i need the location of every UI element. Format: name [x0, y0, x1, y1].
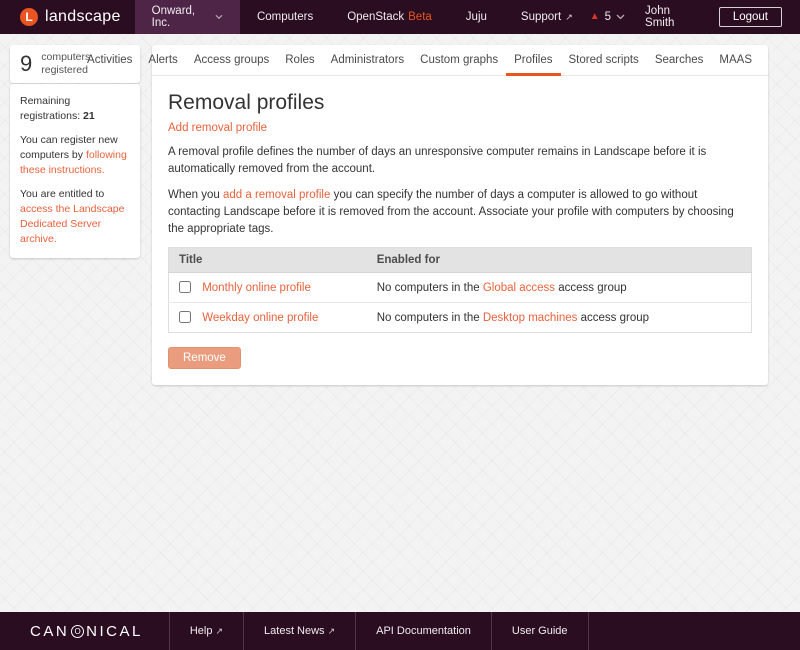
landscape-logo-icon: L: [20, 8, 38, 26]
dedicated-server-archive-link[interactable]: access the Landscape Dedicated Server ar…: [20, 203, 125, 244]
canonical-circle-o-icon: O: [71, 625, 84, 638]
register-new-computers-text: You can register new computers by follow…: [20, 133, 130, 177]
tab-profiles[interactable]: Profiles: [506, 45, 560, 76]
column-header-enabled-for: Enabled for: [367, 248, 752, 273]
alert-triangle-icon: ▲: [590, 12, 600, 22]
enabled-prefix: No computers in the: [377, 312, 483, 324]
enabled-for-cell: No computers in the Global access access…: [367, 273, 752, 303]
top-header: L landscape Onward, Inc. Computers OpenS…: [0, 0, 800, 34]
canonical-logo: CAN O NICAL: [0, 612, 169, 650]
add-removal-profile-link[interactable]: Add removal profile: [168, 122, 267, 134]
landscape-brand-name: landscape: [45, 8, 121, 26]
nav-item-account[interactable]: Onward, Inc.: [135, 0, 240, 34]
header-nav: Onward, Inc. Computers OpenStack Beta Ju…: [135, 0, 590, 34]
external-link-icon: ↗: [565, 12, 573, 23]
beta-badge: Beta: [408, 11, 432, 23]
enabled-prefix: No computers in the: [377, 282, 483, 294]
alert-count: 5: [605, 11, 611, 23]
enabled-for-cell: No computers in the Desktop machines acc…: [367, 303, 752, 333]
footer-guide-label: User Guide: [512, 625, 568, 637]
footer-help-label: Help: [190, 625, 213, 637]
panel-content: Removal profiles Add removal profile A r…: [152, 91, 768, 385]
footer: CAN O NICAL Help ↗ Latest News ↗ API Doc…: [0, 612, 800, 650]
enabled-suffix: access group: [555, 282, 627, 294]
tab-stored-scripts[interactable]: Stored scripts: [561, 45, 647, 76]
nav-juju-label: Juju: [466, 11, 487, 23]
table-header-row: Title Enabled for: [169, 248, 752, 273]
account-name-label: Onward, Inc.: [152, 5, 209, 29]
table-row: Weekday online profile No computers in t…: [169, 303, 752, 333]
access-group-link[interactable]: Global access: [483, 282, 555, 294]
footer-news-label: Latest News: [264, 625, 325, 637]
column-header-title: Title: [169, 248, 367, 273]
landscape-logo[interactable]: L landscape: [0, 0, 135, 34]
logout-button[interactable]: Logout: [719, 7, 782, 27]
removal-profiles-table: Title Enabled for Monthly online profile…: [168, 247, 752, 333]
footer-links: Help ↗ Latest News ↗ API Documentation U…: [169, 612, 589, 650]
entitled-text-block: You are entitled to access the Landscape…: [20, 187, 130, 246]
tab-activities[interactable]: Activities: [79, 45, 140, 76]
nav-item-computers[interactable]: Computers: [240, 0, 330, 34]
profile-title-cell: Monthly online profile: [169, 273, 367, 303]
access-group-link[interactable]: Desktop machines: [483, 312, 578, 324]
registered-count: 9: [20, 51, 32, 77]
remove-button[interactable]: Remove: [168, 347, 241, 369]
tab-roles[interactable]: Roles: [277, 45, 322, 76]
alerts-dropdown[interactable]: ▲ 5: [590, 11, 625, 23]
user-name[interactable]: John Smith: [639, 5, 705, 29]
profile-title-cell: Weekday online profile: [169, 303, 367, 333]
external-link-icon: ↗: [215, 626, 223, 637]
entitled-text: You are entitled to: [20, 188, 104, 200]
tab-bar: Activities Alerts Access groups Roles Ad…: [152, 45, 768, 76]
tab-alerts[interactable]: Alerts: [140, 45, 185, 76]
nav-item-openstack[interactable]: OpenStack Beta: [330, 0, 449, 34]
tab-searches[interactable]: Searches: [647, 45, 712, 76]
main-panel: Activities Alerts Access groups Roles Ad…: [152, 45, 768, 385]
external-link-icon: ↗: [328, 626, 336, 637]
remaining-label: Remaining registrations:: [20, 95, 80, 122]
instructions-prefix: When you: [168, 189, 223, 201]
table-row: Monthly online profile No computers in t…: [169, 273, 752, 303]
footer-link-api-documentation[interactable]: API Documentation: [355, 612, 491, 650]
footer-link-latest-news[interactable]: Latest News ↗: [243, 612, 355, 650]
nav-openstack-label: OpenStack: [347, 11, 404, 23]
tab-custom-graphs[interactable]: Custom graphs: [412, 45, 506, 76]
row-checkbox[interactable]: [179, 311, 191, 323]
footer-link-user-guide[interactable]: User Guide: [491, 612, 589, 650]
nav-item-support[interactable]: Support ↗: [504, 0, 590, 34]
canonical-logo-pre: CAN: [30, 623, 69, 640]
registration-info-card: Remaining registrations: 21 You can regi…: [10, 84, 140, 258]
nav-computers-label: Computers: [257, 11, 313, 23]
tab-maas[interactable]: MAAS: [711, 45, 760, 76]
removal-profile-description: A removal profile defines the number of …: [168, 144, 752, 177]
tab-administrators[interactable]: Administrators: [323, 45, 413, 76]
nav-item-juju[interactable]: Juju: [449, 0, 504, 34]
header-right: ▲ 5 John Smith Logout: [590, 0, 800, 34]
removal-profile-instructions: When you add a removal profile you can s…: [168, 187, 752, 237]
page-title: Removal profiles: [168, 91, 752, 115]
enabled-suffix: access group: [577, 312, 649, 324]
footer-link-help[interactable]: Help ↗: [169, 612, 243, 650]
remaining-registrations: Remaining registrations: 21: [20, 94, 130, 123]
tab-access-groups[interactable]: Access groups: [186, 45, 277, 76]
row-checkbox[interactable]: [179, 281, 191, 293]
chevron-down-icon: [616, 14, 625, 20]
add-removal-profile-inline-link[interactable]: add a removal profile: [223, 189, 330, 201]
footer-api-label: API Documentation: [376, 625, 471, 637]
profile-link-weekday[interactable]: Weekday online profile: [202, 312, 318, 324]
canonical-logo-post: NICAL: [86, 623, 143, 640]
profile-link-monthly[interactable]: Monthly online profile: [202, 282, 311, 294]
chevron-down-icon: [215, 14, 223, 20]
nav-support-label: Support: [521, 11, 561, 23]
remaining-count: 21: [83, 110, 95, 122]
